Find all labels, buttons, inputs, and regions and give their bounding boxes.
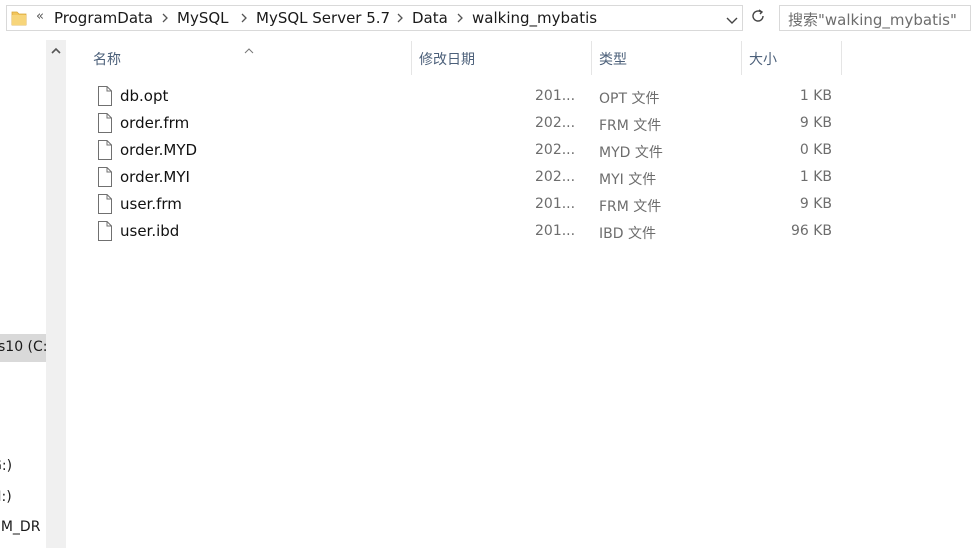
file-icon — [97, 167, 113, 191]
chevron-right-icon[interactable] — [395, 10, 405, 30]
file-size: 0 KB — [799, 142, 832, 158]
navigation-pane: s10 (C:) G:) H:) EM_DR — [0, 40, 46, 548]
file-row[interactable]: order.frm 202... FRM 文件 9 KB — [88, 110, 848, 137]
file-date: 201... — [535, 88, 576, 104]
nav-item-drive-g[interactable]: G:) — [0, 458, 46, 474]
file-name: order.frm — [120, 114, 190, 132]
file-icon — [97, 140, 113, 164]
file-icon — [97, 86, 113, 110]
address-bar[interactable]: « ProgramData MySQL MySQL Server 5.7 Dat… — [6, 5, 743, 31]
refresh-icon — [750, 8, 766, 28]
nav-item-em-dr[interactable]: EM_DR — [0, 519, 46, 535]
nav-scrollbar[interactable] — [46, 40, 66, 548]
file-row[interactable]: db.opt 201... OPT 文件 1 KB — [88, 83, 848, 110]
file-row[interactable]: order.MYI 202... MYI 文件 1 KB — [88, 164, 848, 191]
chevron-right-icon[interactable] — [455, 10, 465, 30]
file-icon — [97, 221, 113, 245]
file-type: IBD 文件 — [599, 226, 656, 242]
file-type: FRM 文件 — [599, 118, 662, 134]
file-type: OPT 文件 — [599, 91, 660, 107]
breadcrumb-mysql-server[interactable]: MySQL Server 5.7 — [256, 9, 390, 27]
file-name: user.ibd — [120, 222, 180, 240]
breadcrumb-mysql[interactable]: MySQL — [177, 9, 229, 27]
nav-item-label: H:) — [0, 489, 12, 505]
column-header-size[interactable]: 大小 — [741, 41, 841, 75]
chevron-right-icon[interactable] — [239, 10, 249, 30]
refresh-button[interactable] — [746, 5, 770, 31]
column-header-name[interactable]: 名称 — [85, 41, 411, 75]
chevron-right-icon[interactable] — [160, 10, 170, 30]
nav-item-label: s10 (C:) — [0, 339, 46, 355]
breadcrumb-programdata[interactable]: ProgramData — [54, 9, 153, 27]
file-name: db.opt — [120, 87, 169, 105]
file-name: user.frm — [120, 195, 182, 213]
folder-icon — [11, 9, 27, 31]
file-date: 201... — [535, 223, 576, 239]
file-row[interactable]: user.ibd 201... IBD 文件 96 KB — [88, 218, 848, 245]
breadcrumb-overflow-button[interactable]: « — [36, 9, 44, 24]
file-name: order.MYD — [120, 141, 198, 159]
file-size: 96 KB — [790, 223, 832, 239]
file-icon — [97, 194, 113, 218]
chevron-down-icon[interactable] — [725, 12, 739, 31]
search-input[interactable]: 搜索"walking_mybatis" — [779, 5, 971, 31]
nav-item-drive-h[interactable]: H:) — [0, 489, 46, 505]
file-size: 1 KB — [799, 88, 832, 104]
file-date: 202... — [535, 169, 576, 185]
scroll-up-button[interactable] — [46, 40, 66, 60]
nav-item-drive-c[interactable]: s10 (C:) — [0, 334, 46, 362]
file-type: FRM 文件 — [599, 199, 662, 215]
file-size: 1 KB — [799, 169, 832, 185]
chevron-up-icon — [50, 41, 62, 60]
breadcrumb-walking-mybatis[interactable]: walking_mybatis — [472, 9, 597, 27]
column-divider[interactable] — [841, 41, 842, 75]
nav-item-label: G:) — [0, 458, 13, 474]
file-date: 202... — [535, 142, 576, 158]
nav-item-label: EM_DR — [0, 519, 41, 535]
column-header-date[interactable]: 修改日期 — [411, 41, 591, 75]
file-date: 201... — [535, 196, 576, 212]
file-row[interactable]: user.frm 201... FRM 文件 9 KB — [88, 191, 848, 218]
file-size: 9 KB — [799, 196, 832, 212]
file-type: MYI 文件 — [599, 172, 657, 188]
file-size: 9 KB — [799, 115, 832, 131]
file-type: MYD 文件 — [599, 145, 663, 161]
file-icon — [97, 113, 113, 137]
breadcrumb-data[interactable]: Data — [412, 9, 448, 27]
column-header-type[interactable]: 类型 — [591, 41, 741, 75]
file-name: order.MYI — [120, 168, 190, 186]
file-date: 202... — [535, 115, 576, 131]
file-row[interactable]: order.MYD 202... MYD 文件 0 KB — [88, 137, 848, 164]
